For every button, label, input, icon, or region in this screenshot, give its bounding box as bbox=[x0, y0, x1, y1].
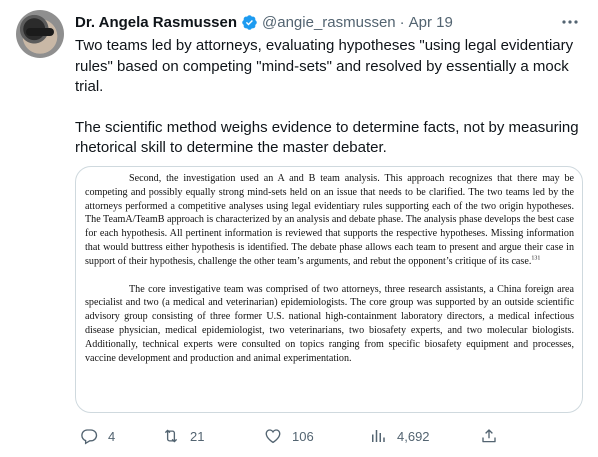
attached-image[interactable]: Second, the investigation used an A and … bbox=[75, 166, 583, 413]
tweet-actions: 4 21 106 4,692 bbox=[75, 425, 575, 447]
like-count: 106 bbox=[292, 428, 314, 444]
retweet-count: 21 bbox=[190, 428, 205, 444]
author-avatar[interactable] bbox=[16, 10, 64, 58]
tweet-text: Two teams led by attorneys, evaluating h… bbox=[75, 36, 580, 159]
views-button[interactable]: 4,692 bbox=[369, 427, 430, 445]
document-paragraph-text: Second, the investigation used an A and … bbox=[85, 173, 574, 267]
header-separator: · bbox=[399, 13, 405, 31]
tweet-paragraph: The scientific method weighs evidence to… bbox=[75, 118, 579, 157]
reply-button[interactable]: 4 bbox=[80, 427, 115, 445]
document-paragraph: The core investigative team was comprise… bbox=[85, 283, 574, 364]
tweet-header: Dr. Angela Rasmussen @angie_rasmussen · … bbox=[75, 11, 568, 33]
reply-count: 4 bbox=[108, 428, 116, 444]
retweet-button[interactable]: 21 bbox=[162, 427, 204, 445]
views-count: 4,692 bbox=[397, 428, 430, 444]
like-button[interactable]: 106 bbox=[264, 427, 314, 445]
tweet-date[interactable]: Apr 19 bbox=[409, 14, 453, 31]
retweet-icon bbox=[162, 427, 180, 445]
document-excerpt: Second, the investigation used an A and … bbox=[85, 172, 574, 365]
heart-icon bbox=[264, 427, 282, 445]
views-icon bbox=[369, 427, 387, 445]
author-handle[interactable]: @angie_rasmussen bbox=[262, 14, 396, 31]
verified-badge-icon bbox=[241, 14, 258, 31]
share-icon bbox=[480, 427, 498, 445]
footnote-marker: 131 bbox=[531, 255, 541, 262]
author-name[interactable]: Dr. Angela Rasmussen bbox=[75, 14, 237, 31]
more-options-icon[interactable] bbox=[560, 13, 580, 31]
document-paragraph: Second, the investigation used an A and … bbox=[85, 172, 574, 269]
share-button[interactable] bbox=[480, 427, 498, 445]
reply-icon bbox=[80, 427, 98, 445]
tweet-paragraph: Two teams led by attorneys, evaluating h… bbox=[75, 37, 574, 95]
